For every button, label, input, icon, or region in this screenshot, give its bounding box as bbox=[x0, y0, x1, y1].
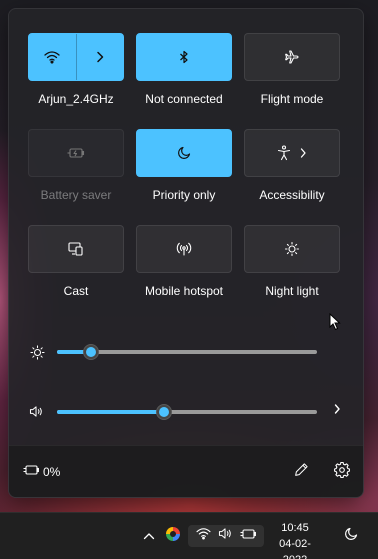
mouse-cursor bbox=[329, 312, 341, 336]
chevron-right-icon bbox=[333, 402, 341, 420]
volume-slider-thumb[interactable] bbox=[156, 404, 172, 420]
flight-mode-tile[interactable] bbox=[244, 33, 340, 81]
focus-assist-tile[interactable] bbox=[136, 129, 232, 177]
focus-assist-tray-button[interactable] bbox=[340, 525, 362, 547]
mobile-hotspot-tile[interactable] bbox=[136, 225, 232, 273]
battery-saver-label: Battery saver bbox=[40, 188, 112, 202]
cast-label: Cast bbox=[63, 284, 89, 298]
wifi-tile bbox=[28, 33, 124, 81]
battery-charging-icon bbox=[23, 463, 39, 481]
taskbar-clock[interactable]: 10:45 04-02-2022 bbox=[268, 520, 322, 559]
night-light-tile[interactable] bbox=[244, 225, 340, 273]
hotspot-icon bbox=[176, 242, 192, 256]
battery-status-button[interactable]: 0% bbox=[23, 464, 60, 480]
clock-date: 04-02-2022 bbox=[279, 538, 311, 559]
taskbar: 10:45 04-02-2022 bbox=[0, 512, 378, 559]
focus-assist-label: Priority only bbox=[152, 188, 216, 202]
volume-slider[interactable] bbox=[57, 410, 317, 414]
night-light-icon bbox=[284, 241, 300, 257]
night-light-label: Night light bbox=[265, 284, 319, 298]
accessibility-tile[interactable] bbox=[244, 129, 340, 177]
battery-charging-icon bbox=[240, 527, 256, 545]
brightness-slider-thumb[interactable] bbox=[83, 344, 99, 360]
chevron-right-icon bbox=[95, 51, 105, 63]
quick-settings-tray-button[interactable] bbox=[188, 525, 264, 547]
speaker-icon bbox=[218, 527, 233, 545]
quick-settings-panel: Arjun_2.4GHz Not connected Flight mode B… bbox=[8, 8, 364, 498]
cast-icon bbox=[68, 242, 84, 256]
mobile-hotspot-label: Mobile hotspot bbox=[144, 284, 224, 298]
edit-quick-settings-button[interactable] bbox=[292, 463, 310, 481]
cast-tile[interactable] bbox=[28, 225, 124, 273]
brightness-icon bbox=[29, 344, 45, 360]
bluetooth-tile[interactable] bbox=[136, 33, 232, 81]
bluetooth-label: Not connected bbox=[145, 92, 223, 106]
wifi-icon bbox=[196, 527, 211, 545]
chevron-up-icon bbox=[143, 527, 155, 545]
quick-settings-footer: 0% bbox=[9, 445, 363, 497]
colorful-app-icon bbox=[165, 526, 181, 547]
bluetooth-icon bbox=[179, 50, 189, 64]
wifi-icon bbox=[44, 50, 60, 64]
battery-saver-tile[interactable] bbox=[28, 129, 124, 177]
gear-icon bbox=[334, 461, 350, 483]
speaker-icon[interactable] bbox=[28, 403, 44, 419]
pencil-icon bbox=[294, 462, 309, 482]
wifi-toggle[interactable] bbox=[29, 34, 76, 80]
chevron-right-icon bbox=[299, 147, 307, 159]
flight-mode-label: Flight mode bbox=[260, 92, 324, 106]
volume-slider-fill bbox=[57, 410, 164, 414]
tray-app-button[interactable] bbox=[162, 525, 184, 547]
moon-icon bbox=[177, 146, 191, 160]
airplane-icon bbox=[284, 49, 300, 65]
battery-saver-icon bbox=[67, 147, 85, 159]
show-hidden-icons-button[interactable] bbox=[140, 525, 158, 547]
audio-output-button[interactable] bbox=[329, 403, 345, 419]
battery-percent: 0% bbox=[43, 465, 61, 479]
accessibility-icon bbox=[277, 145, 291, 161]
accessibility-label: Accessibility bbox=[259, 188, 325, 202]
wifi-label: Arjun_2.4GHz bbox=[38, 92, 114, 106]
clock-time: 10:45 bbox=[281, 522, 309, 534]
moon-icon bbox=[344, 527, 358, 546]
wifi-networks-button[interactable] bbox=[77, 34, 124, 80]
settings-button[interactable] bbox=[333, 461, 351, 483]
